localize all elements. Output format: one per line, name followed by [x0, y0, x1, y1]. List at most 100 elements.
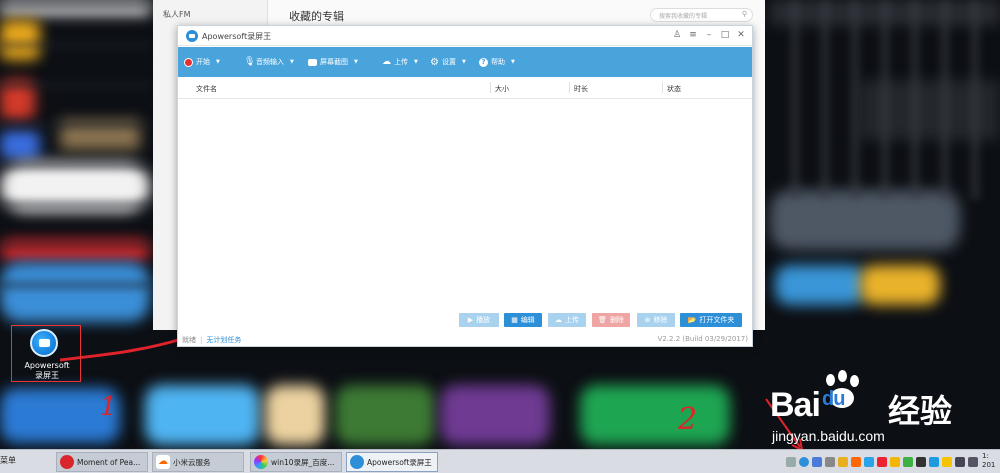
watermark-logo-du: du	[822, 388, 845, 410]
file-list[interactable]	[178, 99, 752, 309]
cloud-upload-icon: ☁	[555, 316, 562, 324]
action-upload-label: 上传	[565, 316, 579, 324]
audio-input-button[interactable]: 🎙 音频输入 ▼	[244, 56, 294, 68]
taskbar-item-label: Apowersoft录屏王	[367, 457, 432, 467]
edit-label: 编辑	[520, 316, 535, 324]
desktop-shortcut-label: Apowersoft 录屏王	[24, 361, 70, 380]
taskbar: 菜单 Moment of Pea... ☁ 小米云服务 win10录屏_百度..…	[0, 449, 1000, 473]
tray-app-icon[interactable]	[903, 457, 913, 467]
taskbar-item-label: Moment of Pea...	[77, 457, 141, 467]
system-clock[interactable]: 1: 201	[982, 452, 995, 470]
volume-icon[interactable]	[968, 457, 978, 467]
help-icon: ?	[479, 57, 488, 67]
tray-app-icon[interactable]	[825, 457, 835, 467]
open-folder-button[interactable]: 📂 打开文件夹	[680, 313, 742, 327]
taskbar-item-label: 小米云服务	[173, 457, 211, 467]
start-record-label: 开始	[196, 58, 210, 66]
close-icon[interactable]: ✕	[736, 29, 746, 42]
minimize-icon[interactable]: –	[704, 29, 714, 42]
cloud-icon: ☁	[156, 455, 170, 469]
window-title: Apowersoft录屏王	[202, 32, 272, 41]
screenshot-label: 屏幕截图	[320, 58, 348, 66]
column-header-duration[interactable]: 时长	[574, 84, 588, 94]
watermark-logo-cn: 经验	[888, 392, 953, 430]
account-icon[interactable]: ♙	[672, 29, 682, 42]
chevron-down-icon: ▼	[414, 59, 418, 65]
taskbar-item-apowersoft[interactable]: Apowersoft录屏王	[346, 452, 438, 472]
system-tray	[786, 455, 978, 469]
status-bar: 就绪 | 无计划任务 V2.2.2 (Build 03/29/2017)	[182, 335, 748, 344]
play-button[interactable]: ▶ 播放	[459, 313, 499, 327]
chevron-down-icon: ▼	[290, 59, 294, 65]
desktop-shortcut-apowersoft[interactable]: Apowersoft 录屏王	[11, 325, 81, 382]
tray-app-icon[interactable]	[942, 457, 952, 467]
column-header-size[interactable]: 大小	[495, 84, 509, 94]
file-actions-bar: ▶ 播放 ▦ 编辑 ☁ 上传 🗑 删除 ⊗ 移除 📂 打开文件夹	[178, 309, 752, 329]
watermark-logo-bai: Bai	[770, 386, 821, 424]
start-record-button[interactable]: 开始 ▼	[184, 56, 220, 68]
taskbar-item-label: win10录屏_百度...	[271, 457, 335, 467]
chevron-down-icon: ▼	[354, 59, 358, 65]
tray-app-icon[interactable]	[916, 457, 926, 467]
folder-icon: 📂	[687, 316, 697, 324]
column-header-status[interactable]: 状态	[667, 84, 681, 94]
remove-label: 移除	[653, 316, 668, 324]
settings-button[interactable]: ⚙ 设置 ▼	[430, 56, 466, 68]
music-search-input[interactable]: 搜索我收藏的专辑 ⚲	[650, 8, 753, 22]
camera-icon	[308, 58, 317, 66]
version-label: V2.2.2 (Build 03/29/2017)	[657, 335, 748, 343]
netease-music-icon	[60, 455, 74, 469]
window-titlebar[interactable]: Apowersoft录屏王 ♙ ≡ – □ ✕	[178, 26, 752, 46]
taskbar-item-browser[interactable]: win10录屏_百度...	[250, 452, 342, 472]
baidu-jingyan-watermark: Bai du 经验 jingyan.baidu.com	[770, 370, 995, 450]
gear-icon: ⚙	[430, 56, 439, 68]
music-section-title: 收藏的专辑	[289, 10, 344, 23]
edit-icon: ▦	[511, 316, 518, 324]
tray-app-icon[interactable]	[838, 457, 848, 467]
start-menu-button[interactable]: 菜单	[0, 455, 16, 466]
chevron-down-icon: ▼	[511, 59, 515, 65]
menu-icon[interactable]: ≡	[688, 29, 698, 42]
browser-icon	[254, 455, 268, 469]
remove-button[interactable]: ⊗ 移除	[637, 313, 675, 327]
apowersoft-app-icon	[350, 455, 364, 469]
edit-button[interactable]: ▦ 编辑	[504, 313, 542, 327]
delete-button[interactable]: 🗑 删除	[592, 313, 630, 327]
screenshot-button[interactable]: 屏幕截图 ▼	[308, 56, 358, 68]
tray-app-icon[interactable]	[812, 457, 822, 467]
tray-app-icon[interactable]	[877, 457, 887, 467]
taskbar-item-xiaomi-cloud[interactable]: ☁ 小米云服务	[152, 452, 244, 472]
maximize-icon[interactable]: □	[720, 29, 730, 42]
music-search-placeholder: 搜索我收藏的专辑	[659, 13, 708, 20]
audio-input-label: 音频输入	[256, 58, 284, 66]
column-header-filename[interactable]: 文件名	[196, 84, 217, 94]
chevron-down-icon: ▼	[462, 59, 466, 65]
open-folder-label: 打开文件夹	[699, 316, 735, 324]
search-icon: ⚲	[741, 10, 747, 18]
upload-label: 上传	[394, 58, 408, 66]
remove-icon: ⊗	[644, 316, 651, 324]
music-sidebar-item-fm[interactable]: 私人FM	[163, 9, 191, 20]
network-icon[interactable]	[955, 457, 965, 467]
taskbar-item-music[interactable]: Moment of Pea...	[56, 452, 148, 472]
scheduled-task-link[interactable]: 无计划任务	[206, 336, 241, 344]
action-upload-button[interactable]: ☁ 上传	[548, 313, 586, 327]
annotation-number-one: 1	[100, 392, 117, 422]
apowersoft-tray-icon[interactable]	[799, 457, 809, 467]
tray-cloud-icon[interactable]	[851, 457, 861, 467]
watermark-url: jingyan.baidu.com	[772, 428, 885, 444]
tray-app-icon[interactable]	[929, 457, 939, 467]
file-table-header: 文件名 大小 时长 状态	[178, 77, 752, 99]
main-toolbar: 开始 ▼ 🎙 音频输入 ▼ 屏幕截图 ▼ ☁ 上传 ▼ ⚙ 设置 ▼ ? 帮助 …	[178, 47, 752, 77]
annotation-number-two: 2	[678, 402, 698, 437]
cloud-upload-icon: ☁	[382, 56, 391, 67]
play-label: 播放	[476, 316, 491, 324]
keyboard-icon[interactable]	[786, 457, 796, 467]
help-button[interactable]: ? 帮助 ▼	[479, 56, 515, 68]
apowersoft-app-icon	[30, 329, 58, 357]
tray-app-icon[interactable]	[890, 457, 900, 467]
tray-app-icon[interactable]	[864, 457, 874, 467]
upload-button[interactable]: ☁ 上传 ▼	[382, 56, 418, 68]
record-dot-icon	[184, 57, 193, 67]
settings-label: 设置	[442, 58, 456, 66]
